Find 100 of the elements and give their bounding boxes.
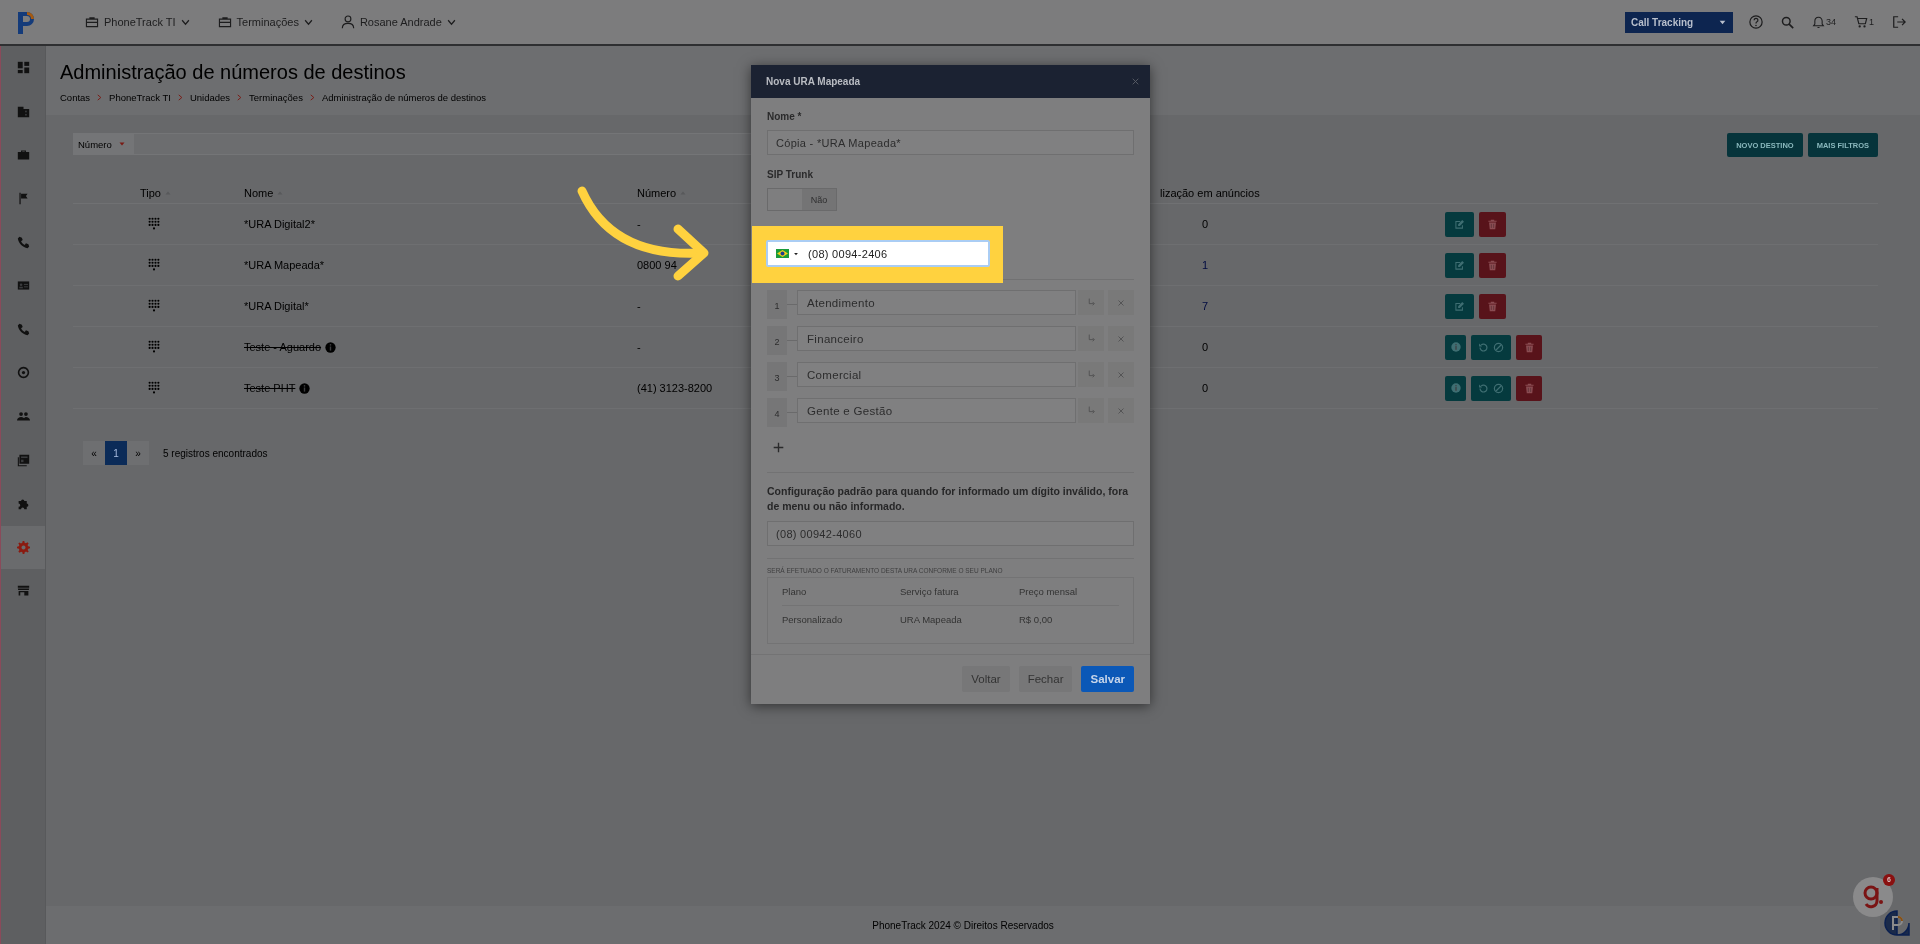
close-icon — [1117, 370, 1125, 379]
filter-select[interactable]: Número — [73, 133, 133, 155]
digit-label: 1 — [767, 290, 787, 319]
table-cell: 0 — [1202, 382, 1209, 394]
help-icon — [1748, 15, 1763, 29]
digit-label: 3 — [767, 362, 787, 391]
table-cell: - — [637, 300, 641, 312]
return-arrow-icon — [1086, 406, 1096, 415]
add-button[interactable] — [773, 442, 784, 453]
breadcrumb-link[interactable]: PhoneTrack TI — [109, 92, 171, 103]
caret-icon — [117, 140, 126, 148]
breadcrumb-link[interactable]: Terminações — [249, 92, 303, 103]
column-header[interactable]: lização em anúncios — [1160, 186, 1260, 199]
edit-button[interactable] — [1445, 211, 1474, 237]
breadcrumb-link[interactable]: Contas — [60, 92, 91, 103]
cart-icon — [1854, 15, 1868, 29]
info-icon — [1450, 342, 1461, 352]
option-input[interactable]: Atendimento — [797, 290, 1076, 315]
info-button[interactable] — [1445, 375, 1466, 401]
edit-icon — [1454, 218, 1465, 230]
edit-icon — [1454, 300, 1465, 312]
briefcase-icon — [16, 148, 30, 162]
settings-icon — [16, 540, 30, 554]
close-button[interactable] — [1131, 77, 1140, 86]
column-header[interactable]: Tipo — [140, 186, 161, 199]
table-cell: Teste PHT — [244, 382, 296, 394]
info-button[interactable] — [1445, 334, 1466, 360]
sidebar-item[interactable] — [1, 525, 45, 570]
phone-input[interactable]: (08) 0094-2406 — [766, 240, 990, 267]
save-button[interactable]: Salvar — [1081, 666, 1134, 692]
table-cell: 0 — [1202, 218, 1209, 230]
page-button[interactable]: « — [83, 441, 105, 465]
info-icon — [325, 341, 337, 353]
product-select[interactable]: Call Tracking — [1624, 11, 1733, 33]
help-widget-icon[interactable] — [1884, 910, 1910, 936]
return-arrow-icon — [1086, 334, 1096, 343]
table-cell: 0800 94 — [637, 259, 677, 271]
edit-button[interactable] — [1445, 252, 1474, 278]
delete-button[interactable] — [1479, 252, 1506, 278]
ban-icon — [1493, 341, 1504, 353]
nav-menu[interactable]: Rosane Andrade — [340, 15, 456, 29]
nav-menu[interactable]: Terminações — [217, 15, 313, 29]
toggle-switch[interactable]: Não — [767, 188, 837, 211]
chevron-right-icon — [176, 94, 184, 101]
restore-button[interactable] — [1471, 375, 1511, 401]
puzzle-icon — [16, 497, 30, 511]
close-icon — [1117, 406, 1125, 415]
notification-count: 34 — [1825, 17, 1836, 27]
target-icon — [16, 366, 30, 380]
chat-button[interactable] — [1853, 877, 1893, 917]
newspaper-icon — [16, 453, 30, 467]
table-cell: *URA Mapeada* — [244, 259, 325, 271]
keypad-icon — [147, 340, 161, 354]
option-input[interactable]: Comercial — [797, 362, 1076, 387]
chat-logo-icon — [1862, 884, 1884, 910]
plus-icon — [773, 442, 784, 453]
edit-icon — [1454, 259, 1465, 271]
edit-button[interactable] — [1445, 293, 1474, 319]
footer-text: PhoneTrack 2024 © Direitos Reservados — [872, 919, 1054, 931]
phone-icon — [16, 235, 30, 249]
usage-link[interactable]: 1 — [1202, 259, 1209, 271]
dialog-button[interactable]: Voltar — [962, 666, 1010, 692]
user-icon — [340, 15, 355, 29]
ban-icon — [1493, 382, 1504, 394]
search-icon — [1780, 15, 1794, 29]
column-header[interactable]: Número — [637, 186, 677, 199]
cart-count: 1 — [1869, 17, 1874, 27]
return-arrow-icon — [1086, 370, 1096, 379]
delete-button[interactable] — [1516, 375, 1542, 401]
option-input[interactable]: Financeiro — [797, 326, 1076, 351]
breadcrumb-link[interactable]: Administração de números de destinos — [321, 92, 487, 103]
default-number-input[interactable]: (08) 00942-4060 — [767, 521, 1134, 546]
caret-icon — [793, 250, 799, 257]
restore-button[interactable] — [1471, 334, 1511, 360]
table-cell: - — [637, 341, 641, 353]
delete-button[interactable] — [1479, 293, 1506, 319]
page-button[interactable]: » — [127, 441, 149, 465]
page-button[interactable]: 1 — [105, 441, 127, 465]
option-input[interactable]: Gente e Gestão — [797, 398, 1076, 423]
name-input[interactable]: Cópia - *URA Mapeada* — [767, 130, 1134, 155]
keypad-icon — [147, 299, 161, 313]
flag-icon — [16, 192, 30, 206]
return-arrow-icon — [1086, 298, 1096, 307]
restore-icon — [1478, 382, 1489, 394]
keypad-icon — [147, 258, 161, 272]
delete-button[interactable] — [1479, 211, 1506, 237]
column-header[interactable]: Nome — [244, 186, 274, 199]
usage-link[interactable]: 7 — [1202, 300, 1209, 312]
people-icon — [16, 410, 30, 424]
trash-icon — [1487, 300, 1498, 312]
dialog-button[interactable]: Fechar — [1018, 666, 1073, 692]
nav-menu[interactable]: PhoneTrack TI — [85, 15, 190, 29]
table-cell-text: R$ 0,00 — [1019, 614, 1054, 625]
dashboard-icon — [16, 61, 30, 75]
table-cell: Teste - Aguardo — [244, 341, 322, 353]
briefcase-icon — [217, 15, 232, 29]
keypad-icon — [147, 381, 161, 395]
breadcrumb-link[interactable]: Unidades — [189, 92, 231, 103]
delete-button[interactable] — [1516, 334, 1542, 360]
table-cell: 0 — [1202, 341, 1209, 353]
